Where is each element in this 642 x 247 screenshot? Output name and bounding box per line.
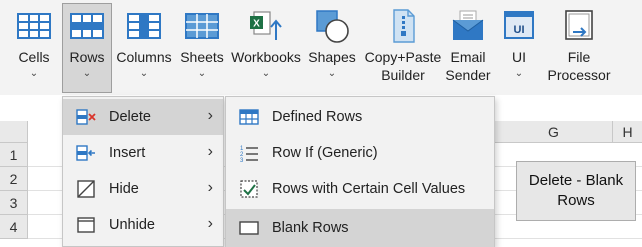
file-processor-label: File Processor [547, 49, 611, 83]
workbooks-label: Workbooks [231, 49, 301, 65]
blank-row-icon [239, 221, 259, 235]
delete-submenu: Defined Rows 1 2 3 Row If (Generic) Rows… [225, 96, 495, 247]
table-grid-icon [17, 13, 51, 39]
shapes-button[interactable]: Shapes ⌄ [306, 4, 358, 92]
delete-blank-rows-button[interactable]: Delete - Blank Rows [516, 161, 636, 221]
columns-label: Columns [116, 49, 172, 65]
numbered-list-icon: 1 2 3 [240, 146, 258, 163]
submenu-item-defined-rows[interactable]: Defined Rows [226, 99, 494, 135]
columns-button[interactable]: Columns ⌄ [114, 4, 174, 92]
rows-menu: Delete › Insert › Hide › Unhide › [62, 96, 224, 247]
chevron-down-icon: ⌄ [197, 68, 207, 79]
chevron-down-icon: ⌄ [514, 68, 524, 79]
menu-item-insert[interactable]: Insert › [63, 135, 223, 171]
defined-rows-icon [239, 109, 259, 125]
row-header-4[interactable]: 4 [0, 215, 28, 239]
file-processor-button[interactable]: File Processor [542, 4, 616, 92]
document-zip-icon [393, 9, 415, 43]
rows-table-icon [70, 13, 104, 39]
select-all-corner[interactable] [0, 121, 28, 143]
row-header-3[interactable]: 3 [0, 191, 28, 215]
submenu-item-row-if-label: Row If (Generic) [272, 145, 378, 161]
svg-text:3: 3 [240, 158, 244, 163]
submenu-item-rows-certain-values-label: Rows with Certain Cell Values [272, 181, 466, 197]
menu-item-unhide[interactable]: Unhide › [63, 207, 223, 243]
menu-item-insert-label: Insert [109, 145, 146, 161]
delete-rows-icon [76, 109, 96, 125]
chevron-down-icon: ⌄ [82, 68, 92, 79]
ui-button[interactable]: UI UI ⌄ [500, 4, 538, 92]
email-sender-button[interactable]: Email Sender [442, 4, 494, 92]
email-sender-label: Email Sender [445, 49, 491, 83]
menu-item-delete-label: Delete [109, 109, 151, 125]
copy-paste-builder-button[interactable]: Copy+Paste Builder [358, 4, 448, 92]
menu-item-hide-label: Hide [109, 181, 139, 197]
menu-item-hide[interactable]: Hide › [63, 171, 223, 207]
chevron-down-icon: ⌄ [327, 68, 337, 79]
chevron-down-icon: ⌄ [261, 68, 271, 79]
submenu-item-blank-rows[interactable]: Blank Rows [226, 209, 494, 247]
shapes-label: Shapes [308, 49, 356, 65]
row-header-1[interactable]: 1 [0, 143, 28, 167]
cells-button[interactable]: Cells ⌄ [6, 4, 62, 92]
envelope-icon [452, 10, 484, 40]
sheets-label: Sheets [180, 49, 224, 65]
submenu-item-rows-certain-values[interactable]: Rows with Certain Cell Values [226, 171, 494, 207]
chevron-right-icon: › [207, 179, 213, 196]
hide-icon [77, 180, 95, 198]
copy-paste-builder-label: Copy+Paste Builder [364, 49, 442, 83]
rows-label: Rows [69, 49, 105, 65]
row-header-2[interactable]: 2 [0, 167, 28, 191]
column-header-h[interactable]: H [613, 121, 642, 143]
ui-label: UI [512, 49, 526, 65]
cells-label: Cells [18, 49, 50, 65]
submenu-item-row-if[interactable]: 1 2 3 Row If (Generic) [226, 135, 494, 171]
rows-button[interactable]: Rows ⌄ [62, 3, 112, 93]
sheets-button[interactable]: Sheets ⌄ [176, 4, 228, 92]
chevron-down-icon: ⌄ [139, 68, 149, 79]
svg-text:X: X [253, 19, 260, 30]
insert-rows-icon [76, 145, 95, 161]
column-header-g[interactable]: G [495, 121, 613, 143]
columns-table-icon [127, 13, 161, 39]
checked-cell-icon [240, 180, 258, 198]
shapes-icon [316, 10, 349, 43]
ribbon: Cells ⌄ Rows ⌄ Columns ⌄ Sheets ⌄ X Work… [0, 0, 642, 95]
file-processor-icon [565, 10, 593, 40]
workbooks-button[interactable]: X Workbooks ⌄ [228, 4, 304, 92]
chevron-right-icon: › [207, 107, 213, 124]
submenu-item-defined-rows-label: Defined Rows [272, 109, 363, 125]
chevron-down-icon: ⌄ [29, 68, 39, 79]
chevron-right-icon: › [207, 143, 213, 160]
menu-item-unhide-label: Unhide [109, 217, 155, 233]
chevron-right-icon: › [207, 215, 213, 232]
excel-workbook-icon: X [250, 11, 282, 40]
unhide-icon [77, 217, 95, 233]
svg-text:UI: UI [514, 24, 525, 36]
sheets-grid-icon [185, 13, 219, 39]
submenu-item-blank-rows-label: Blank Rows [272, 220, 349, 236]
menu-item-delete[interactable]: Delete › [63, 99, 223, 135]
ui-window-icon: UI [504, 11, 534, 39]
